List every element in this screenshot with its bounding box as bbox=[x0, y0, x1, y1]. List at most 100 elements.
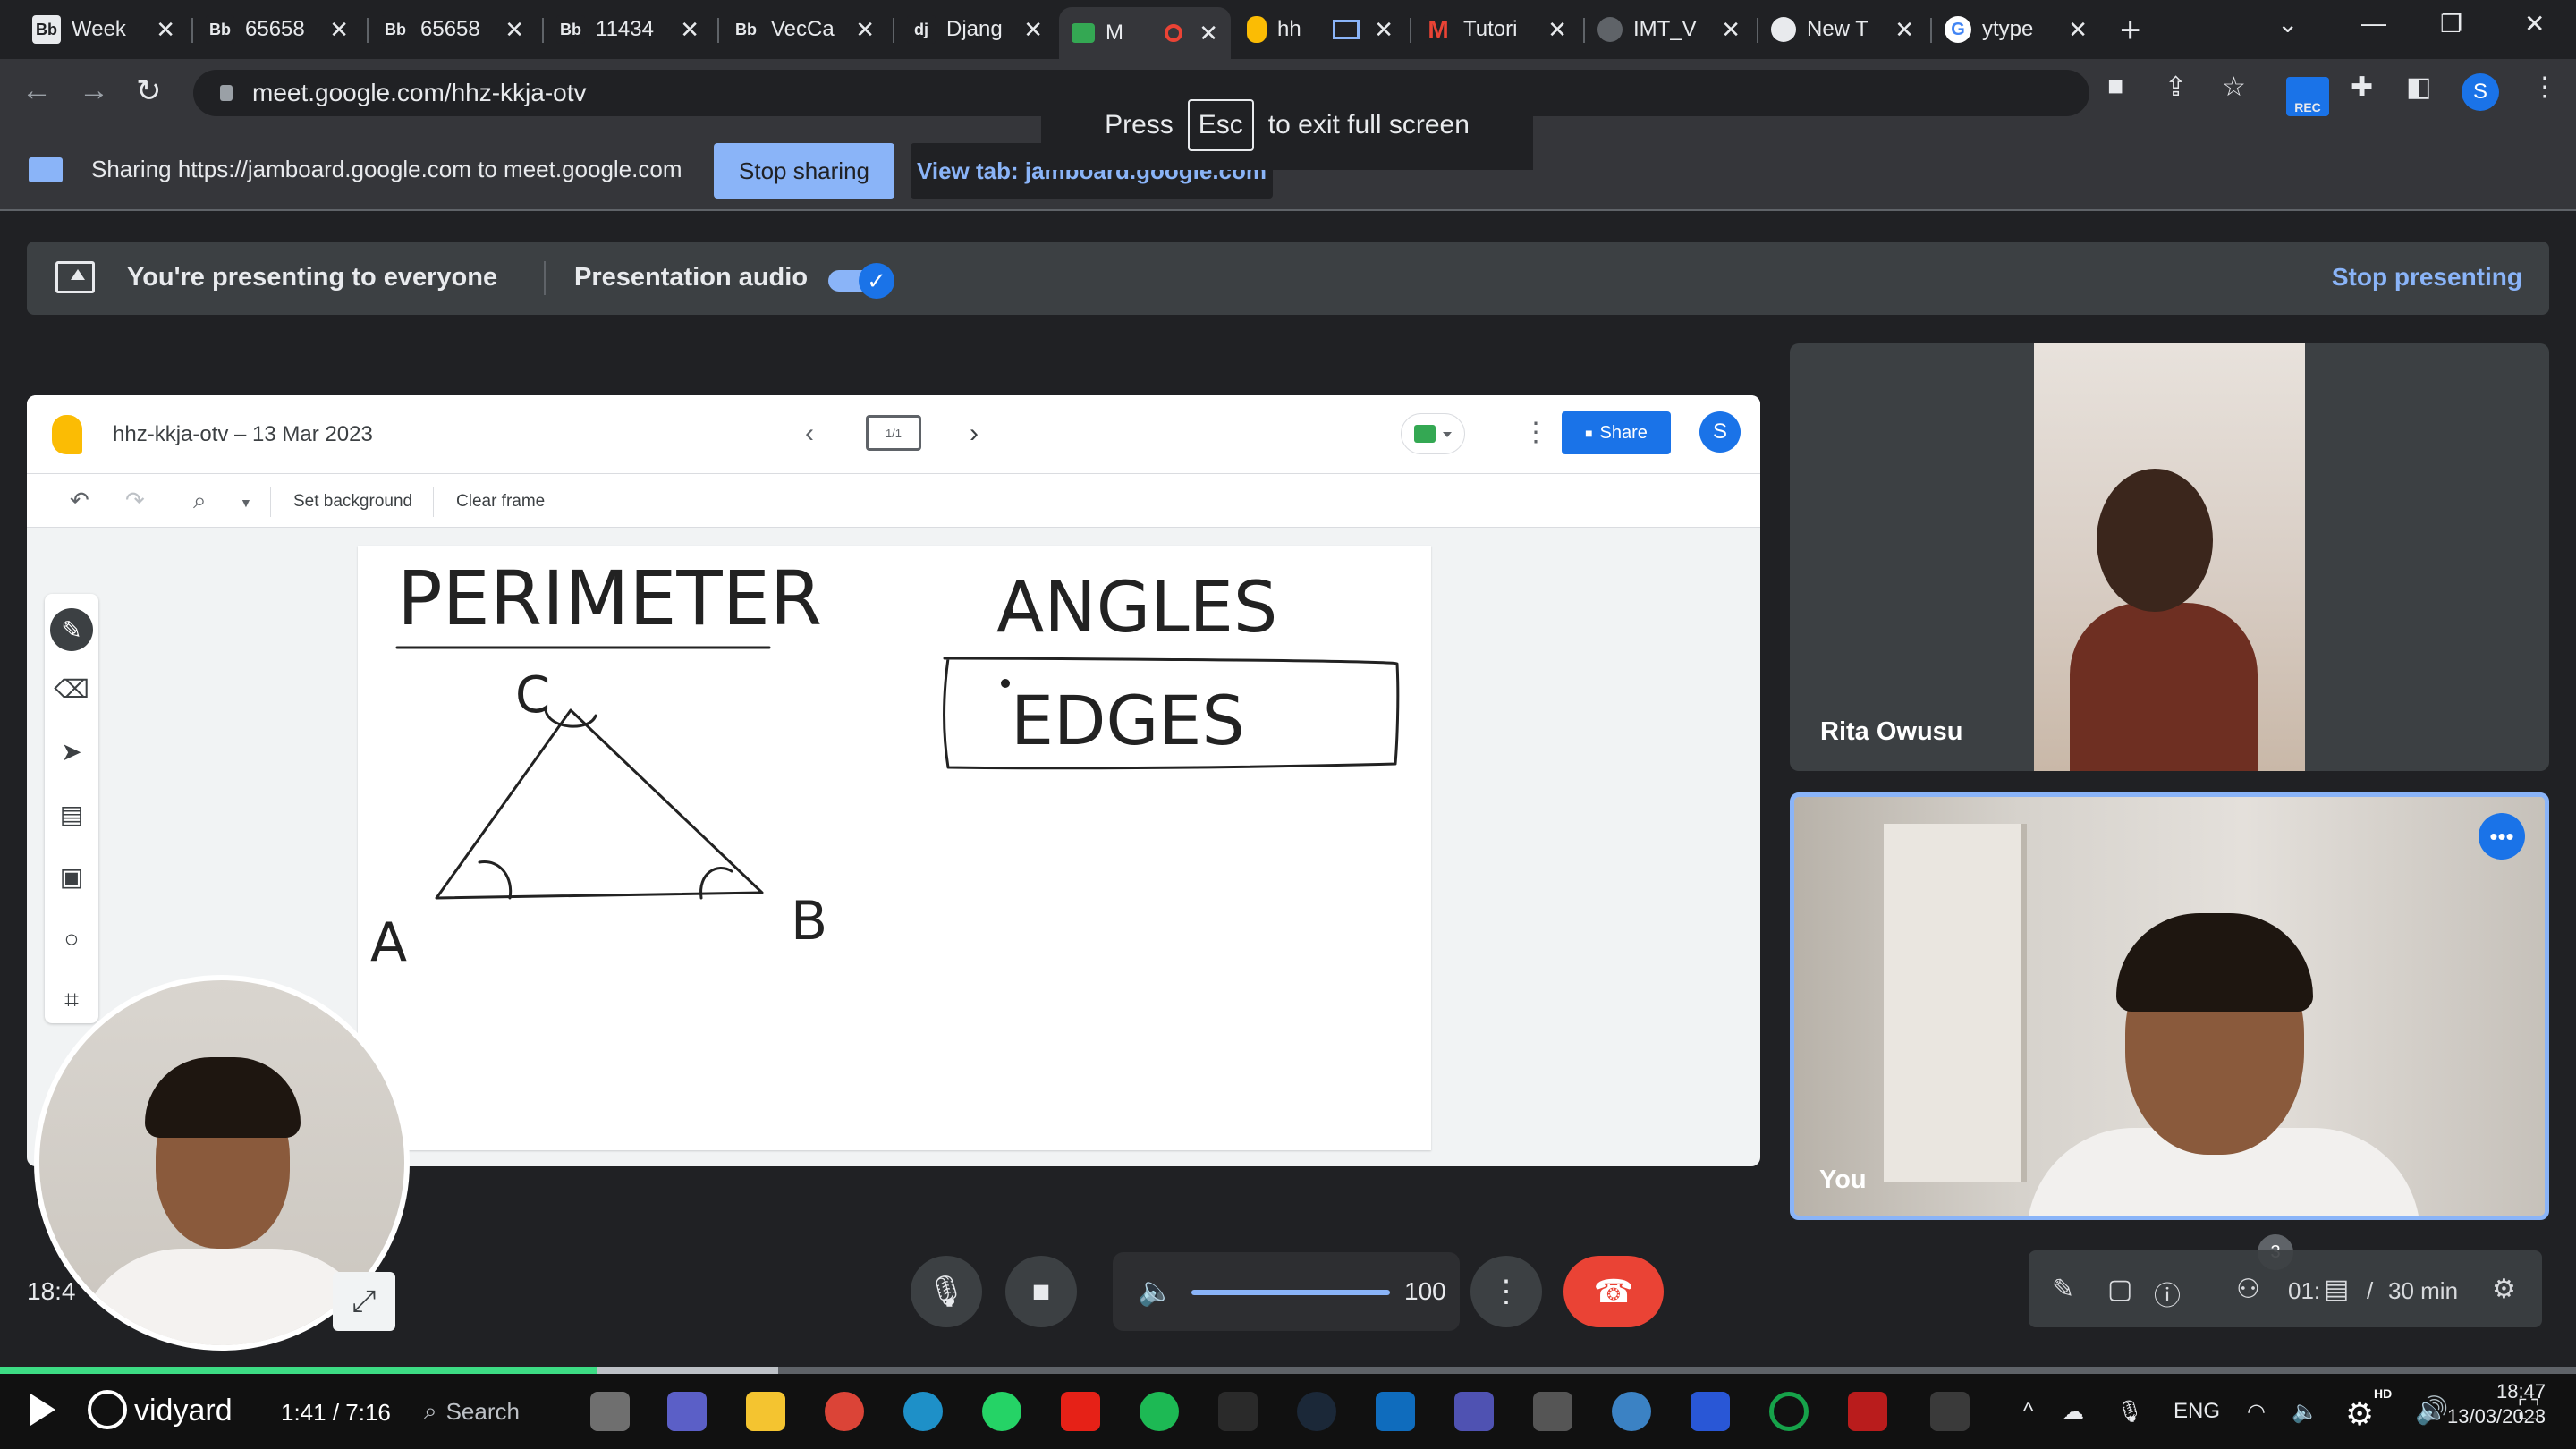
presentation-audio-toggle[interactable]: ✓ bbox=[828, 263, 894, 299]
camera-button[interactable]: ■ bbox=[1005, 1256, 1077, 1327]
text-box-icon[interactable]: ⌗ bbox=[57, 986, 86, 1014]
youtube-icon[interactable] bbox=[1061, 1392, 1100, 1431]
player-volume-icon[interactable]: 🔊 bbox=[2415, 1395, 2448, 1427]
volume-slider[interactable] bbox=[1191, 1290, 1390, 1295]
microphone-button[interactable]: 🎙 bbox=[911, 1256, 982, 1327]
spotify-icon[interactable] bbox=[1140, 1392, 1179, 1431]
zoom-dropdown-icon[interactable]: ▼ bbox=[240, 496, 252, 510]
chat-icon[interactable]: ▤ bbox=[2324, 1274, 2349, 1305]
browser-tab[interactable]: G ytype ✕ bbox=[1932, 7, 2100, 52]
minimize-icon[interactable]: — bbox=[2361, 9, 2386, 38]
set-background-button[interactable]: Set background bbox=[293, 492, 412, 512]
more-options-icon[interactable]: ⋮ bbox=[1522, 417, 1549, 448]
stop-presenting-button[interactable]: Stop presenting bbox=[2332, 263, 2522, 292]
browser-tab[interactable]: IMT_V ✕ bbox=[1585, 7, 1753, 52]
camera-app-icon[interactable] bbox=[1533, 1392, 1572, 1431]
chrome-taskbar-icon[interactable] bbox=[825, 1392, 864, 1431]
profile-avatar[interactable]: S bbox=[2462, 73, 2499, 111]
browser-tab[interactable]: Bb 65658 ✕ bbox=[193, 7, 361, 52]
browser-menu-icon[interactable]: ⋮ bbox=[2531, 72, 2558, 103]
jamboard-avatar[interactable]: S bbox=[1699, 411, 1741, 453]
browser-tab[interactable]: Bb 11434 ✕ bbox=[544, 7, 712, 52]
clear-frame-button[interactable]: Clear frame bbox=[456, 492, 545, 512]
steam-icon[interactable] bbox=[1297, 1392, 1336, 1431]
undo-icon[interactable]: ↶ bbox=[70, 487, 89, 514]
teams-icon[interactable] bbox=[667, 1392, 707, 1431]
back-icon[interactable]: ← bbox=[21, 73, 52, 108]
eraser-tool-icon[interactable]: ⌫ bbox=[54, 674, 89, 703]
people-icon[interactable]: ⚇ bbox=[2236, 1274, 2260, 1305]
wifi-icon[interactable]: ◠ bbox=[2247, 1399, 2266, 1425]
select-tool-icon[interactable]: ➤ bbox=[57, 737, 86, 766]
share-page-icon[interactable]: ⇪ bbox=[2165, 72, 2187, 103]
whatsapp-icon[interactable] bbox=[982, 1392, 1021, 1431]
close-icon[interactable]: ✕ bbox=[1547, 16, 1567, 44]
onedrive-icon[interactable]: ☁ bbox=[2063, 1399, 2084, 1425]
pen-tool-icon[interactable]: ✎ bbox=[50, 608, 93, 651]
taskbar-search[interactable]: ⌕ Search bbox=[424, 1392, 558, 1431]
volume-tray-icon[interactable]: 🔈 bbox=[2292, 1399, 2318, 1425]
volume-control[interactable]: 🔈 100 bbox=[1113, 1252, 1460, 1331]
browser-tab[interactable]: M Tutori ✕ bbox=[1411, 7, 1580, 52]
language-indicator[interactable]: ENG bbox=[2174, 1399, 2220, 1424]
meet-cast-icon[interactable] bbox=[1401, 413, 1465, 454]
self-tile[interactable]: You ••• bbox=[1790, 792, 2549, 1220]
tray-microphone-icon[interactable]: 🎙 bbox=[2116, 1399, 2143, 1425]
app-icon[interactable] bbox=[1454, 1392, 1494, 1431]
redo-icon[interactable]: ↷ bbox=[125, 487, 145, 514]
zoom-icon[interactable]: ⌕ bbox=[193, 487, 207, 515]
new-tab-button[interactable]: + bbox=[2120, 11, 2140, 51]
sticky-note-icon[interactable]: ▤ bbox=[57, 800, 86, 828]
add-image-icon[interactable]: ▣ bbox=[57, 862, 86, 891]
camera-icon[interactable]: ■ bbox=[2107, 72, 2123, 102]
stop-sharing-button[interactable]: Stop sharing bbox=[714, 143, 894, 199]
rec-extension-icon[interactable]: REC bbox=[2286, 77, 2329, 116]
close-icon[interactable]: ✕ bbox=[1199, 20, 1218, 47]
close-icon[interactable]: ✕ bbox=[1721, 16, 1741, 44]
leave-call-button[interactable]: ☎ bbox=[1563, 1256, 1664, 1327]
close-icon[interactable]: ✕ bbox=[2068, 16, 2088, 44]
more-options-icon[interactable]: ••• bbox=[2479, 813, 2525, 860]
app-icon[interactable] bbox=[1930, 1392, 1970, 1431]
jamboard-title[interactable]: hhz-kkja-otv – 13 Mar 2023 bbox=[113, 422, 373, 447]
previous-frame-icon[interactable]: ‹ bbox=[805, 419, 814, 449]
browser-tab[interactable]: Bb Week ✕ bbox=[20, 7, 188, 52]
restore-icon[interactable]: ❐ bbox=[2440, 9, 2462, 38]
sticky-icon[interactable]: ▢ bbox=[2107, 1274, 2132, 1305]
participant-tile[interactable]: Rita Owusu bbox=[1790, 343, 2549, 771]
expand-icon[interactable]: ⤢ bbox=[333, 1272, 395, 1331]
activities-icon[interactable]: ⚙ bbox=[2492, 1274, 2516, 1305]
close-icon[interactable]: ✕ bbox=[329, 16, 349, 44]
browser-tab[interactable]: hh ✕ bbox=[1234, 7, 1406, 52]
video-progress-bar[interactable] bbox=[0, 1367, 2576, 1374]
jamboard-canvas[interactable]: PERIMETER ANGLES EDGES A B C bbox=[358, 546, 1431, 1150]
more-options-button[interactable]: ⋮ bbox=[1470, 1256, 1542, 1327]
browser-tab[interactable]: New T ✕ bbox=[1758, 7, 1927, 52]
tray-chevron-icon[interactable]: ^ bbox=[2023, 1399, 2033, 1424]
task-view-icon[interactable] bbox=[590, 1392, 630, 1431]
player-settings-icon[interactable]: ⚙ bbox=[2345, 1395, 2374, 1433]
play-icon[interactable] bbox=[30, 1394, 55, 1426]
close-icon[interactable]: ✕ bbox=[1374, 16, 1394, 44]
close-icon[interactable]: ✕ bbox=[855, 16, 875, 44]
file-explorer-icon[interactable] bbox=[746, 1392, 785, 1431]
app-icon[interactable] bbox=[1848, 1392, 1887, 1431]
mail-icon[interactable] bbox=[1376, 1392, 1415, 1431]
close-icon[interactable]: ✕ bbox=[1023, 16, 1043, 44]
reload-icon[interactable]: ↻ bbox=[136, 73, 162, 109]
epic-games-icon[interactable] bbox=[1218, 1392, 1258, 1431]
next-frame-icon[interactable]: › bbox=[970, 419, 979, 449]
window-close-icon[interactable]: ✕ bbox=[2524, 9, 2545, 38]
settings-app-icon[interactable] bbox=[1612, 1392, 1651, 1431]
pen-icon[interactable]: ✎ bbox=[2052, 1274, 2074, 1305]
info-icon[interactable]: ⓘ bbox=[2154, 1274, 2181, 1313]
browser-tab[interactable]: Bb VecCa ✕ bbox=[719, 7, 887, 52]
circle-tool-icon[interactable]: ○ bbox=[57, 925, 86, 953]
browser-tab[interactable]: dj Djang ✕ bbox=[894, 7, 1055, 52]
close-icon[interactable]: ✕ bbox=[504, 16, 524, 44]
close-icon[interactable]: ✕ bbox=[680, 16, 699, 44]
browser-tab[interactable]: Bb 65658 ✕ bbox=[369, 7, 537, 52]
browser-tab-active[interactable]: M ✕ bbox=[1059, 7, 1231, 59]
close-icon[interactable]: ✕ bbox=[1894, 16, 1914, 44]
extensions-icon[interactable]: ✚ bbox=[2351, 72, 2373, 103]
